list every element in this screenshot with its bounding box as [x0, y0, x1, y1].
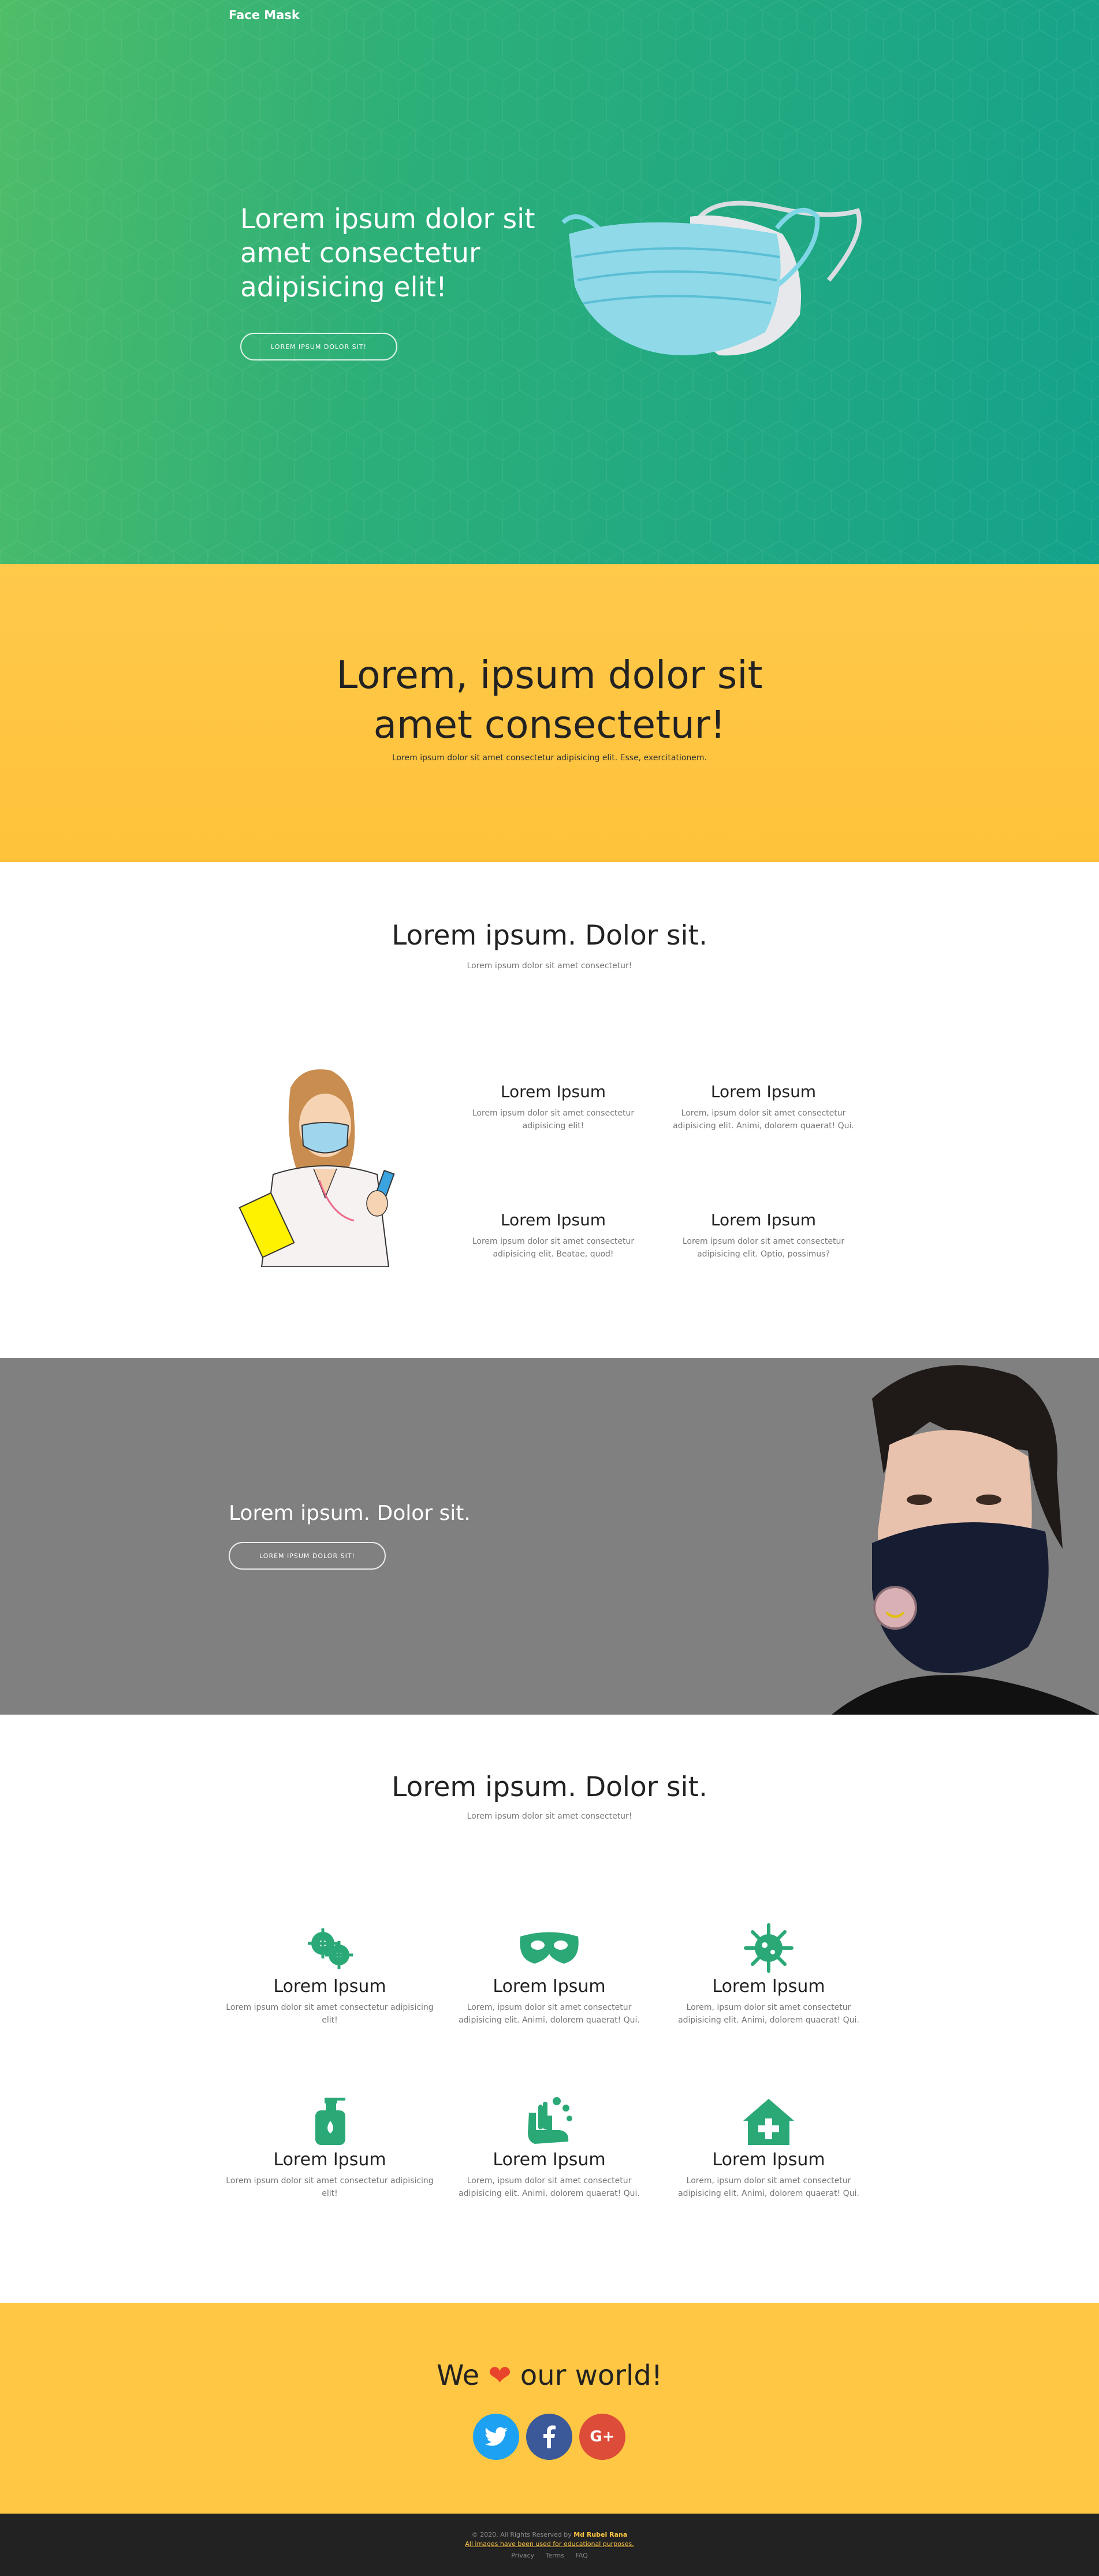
footer-link-faq[interactable]: FAQ [575, 2552, 587, 2559]
google-plus-icon[interactable]: G+ [579, 2414, 625, 2460]
nurse-illustration [239, 1069, 395, 1267]
cta-band: Lorem ipsum. Dolor sit. LOREM IPSUM DOLO… [0, 1358, 1099, 1715]
footer-link-privacy[interactable]: Privacy [511, 2552, 534, 2559]
benefit-card: Lorem Ipsum Lorem, ipsum dolor sit amet … [665, 2095, 873, 2200]
clinic-house-icon [665, 2095, 873, 2147]
feature-title: Lorem Ipsum [500, 1210, 606, 1229]
intro-subtitle: Lorem ipsum dolor sit amet consectetur a… [392, 753, 707, 763]
footer-copyright: © 2020. All Rights Reserved by Md Rubel … [0, 2531, 1099, 2538]
footer-link-terms[interactable]: Terms [546, 2552, 564, 2559]
benefit-text: Lorem, ipsum dolor sit amet consectetur … [678, 2176, 859, 2198]
intro-title-line2: amet consectetur! [373, 702, 726, 747]
woman-with-mask-photo [785, 1358, 1099, 1715]
benefit-text: Lorem, ipsum dolor sit amet consectetur … [459, 2176, 640, 2198]
benefit-card: Lorem Ipsum Lorem, ipsum dolor sit amet … [445, 1922, 653, 2027]
hero-section: Face Mask Lorem ipsum dolor sit amet con… [0, 0, 1099, 564]
benefit-text: Lorem ipsum dolor sit amet consectetur a… [226, 2003, 434, 2025]
section2-title: Lorem ipsum. Dolor sit. [392, 1771, 707, 1803]
feature-card: Lorem Ipsum Lorem, ipsum dolor sit amet … [665, 1082, 862, 1132]
cta-button[interactable]: LOREM IPSUM DOLOR SIT! [229, 1542, 386, 1570]
intro-band: Lorem, ipsum dolor sit amet consectetur!… [0, 564, 1099, 862]
brand-logo[interactable]: Face Mask [229, 8, 300, 22]
benefit-title: Lorem Ipsum [712, 1976, 825, 1997]
cta-title: Lorem ipsum. Dolor sit. [229, 1501, 471, 1525]
twitter-icon[interactable] [473, 2414, 519, 2460]
love-post: our world! [520, 2359, 663, 2392]
hand-sanitizer-icon [226, 2095, 434, 2147]
feature-card: Lorem Ipsum Lorem ipsum dolor sit amet c… [665, 1210, 862, 1261]
feature-text: Lorem, ipsum dolor sit amet consectetur … [673, 1109, 854, 1131]
benefit-text: Lorem ipsum dolor sit amet consectetur a… [226, 2176, 434, 2198]
feature-title: Lorem Ipsum [710, 1082, 817, 1101]
feature-text: Lorem ipsum dolor sit amet consectetur a… [472, 1237, 635, 1259]
benefit-card: Lorem Ipsum Lorem, ipsum dolor sit amet … [445, 2095, 653, 2200]
benefit-text: Lorem, ipsum dolor sit amet consectetur … [459, 2003, 640, 2025]
heart-icon: ❤ [488, 2359, 512, 2392]
virus-icon [665, 1922, 873, 1974]
intro-title: Lorem, ipsum dolor sit amet consectetur! [0, 650, 1099, 750]
virus-cells-icon [226, 1922, 434, 1974]
feature-title: Lorem Ipsum [710, 1210, 817, 1229]
benefit-title: Lorem Ipsum [273, 1976, 386, 1997]
love-pre: We [436, 2359, 480, 2392]
benefit-card: Lorem Ipsum Lorem ipsum dolor sit amet c… [226, 2095, 434, 2200]
intro-title-line1: Lorem, ipsum dolor sit [336, 653, 763, 697]
benefit-card: Lorem Ipsum Lorem ipsum dolor sit amet c… [226, 1922, 434, 2027]
benefit-title: Lorem Ipsum [493, 2150, 606, 2170]
feature-card: Lorem Ipsum Lorem ipsum dolor sit amet c… [455, 1082, 651, 1132]
feature-title: Lorem Ipsum [500, 1082, 606, 1101]
benefit-card: Lorem Ipsum Lorem, ipsum dolor sit amet … [665, 1922, 873, 2027]
copyright-text: © 2020. All Rights Reserved by [471, 2531, 572, 2538]
mask-icon [445, 1922, 653, 1974]
surgical-mask-illustration [561, 200, 862, 356]
footer-links: Privacy Terms FAQ [0, 2552, 1099, 2559]
section2-subtitle: Lorem ipsum dolor sit amet consectetur! [467, 1812, 632, 1821]
author-link[interactable]: Md Rubel Rana [573, 2531, 627, 2538]
benefit-title: Lorem Ipsum [493, 1976, 606, 1997]
footer-note[interactable]: All images have been used for educationa… [0, 2540, 1099, 2548]
benefit-title: Lorem Ipsum [273, 2150, 386, 2170]
feature-text: Lorem ipsum dolor sit amet consectetur a… [682, 1237, 845, 1259]
section1-title: Lorem ipsum. Dolor sit. [392, 920, 707, 951]
social-band: We ❤ our world! G+ [0, 2303, 1099, 2514]
footer: © 2020. All Rights Reserved by Md Rubel … [0, 2514, 1099, 2576]
hero-title: Lorem ipsum dolor sit amet consectetur a… [240, 203, 535, 303]
feature-card: Lorem Ipsum Lorem ipsum dolor sit amet c… [455, 1210, 651, 1261]
hands-wash-icon [445, 2095, 653, 2147]
facebook-icon[interactable] [526, 2414, 572, 2460]
benefit-title: Lorem Ipsum [712, 2150, 825, 2170]
hero-cta-button[interactable]: LOREM IPSUM DOLOR SIT! [240, 333, 397, 360]
section1-subtitle: Lorem ipsum dolor sit amet consectetur! [467, 961, 632, 971]
hex-pattern-background [0, 0, 1099, 564]
benefit-text: Lorem, ipsum dolor sit amet consectetur … [678, 2003, 859, 2025]
love-tagline: We ❤ our world! [0, 2359, 1099, 2392]
feature-text: Lorem ipsum dolor sit amet consectetur a… [472, 1109, 635, 1131]
